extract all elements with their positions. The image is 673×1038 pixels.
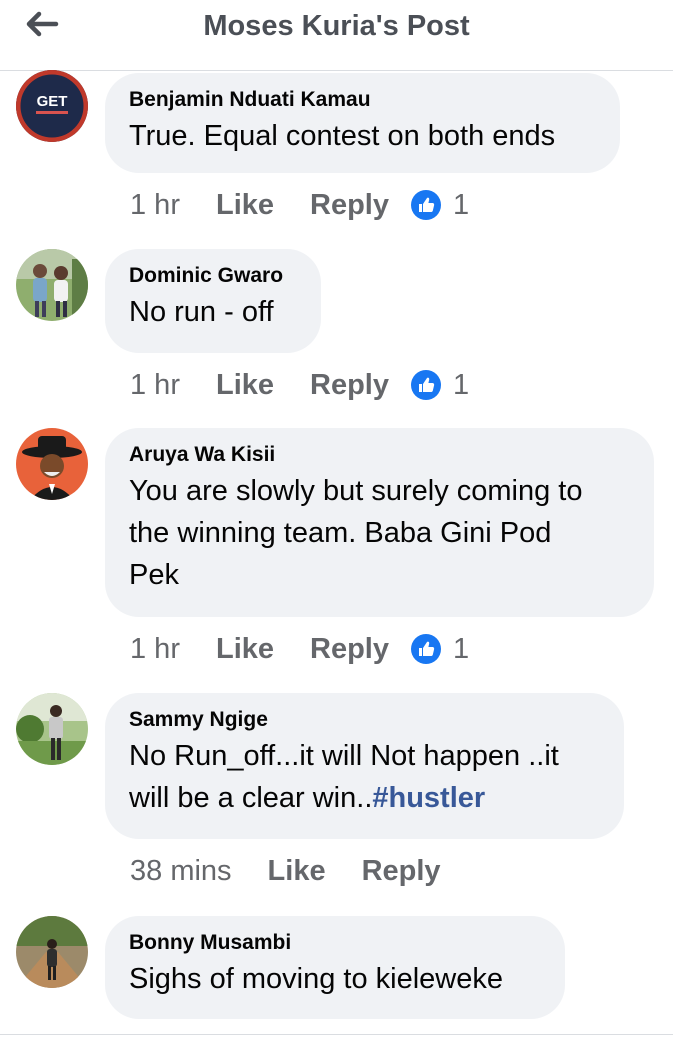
reply-button[interactable]: Reply [310, 633, 389, 666]
comment-text: Sighs of moving to kieleweke [129, 963, 503, 995]
like-reaction-icon [411, 634, 441, 664]
reaction-summary[interactable]: 1 [411, 189, 469, 222]
avatar[interactable] [16, 693, 88, 765]
avatar[interactable] [16, 916, 88, 988]
comment-author[interactable]: Dominic Gwaro [129, 263, 297, 289]
comment-text-line: the winning team. Baba Gini Pod [129, 517, 552, 549]
comment-actions: 1 hr Like Reply 1 [130, 185, 469, 225]
page-title: Moses Kuria's Post [203, 10, 470, 42]
reply-button[interactable]: Reply [362, 855, 441, 888]
hashtag-link[interactable]: #hustler [372, 782, 485, 814]
comment-text: No run - off [129, 296, 274, 328]
comment-timestamp[interactable]: 1 hr [130, 633, 180, 666]
avatar[interactable] [16, 249, 88, 321]
comment-timestamp[interactable]: 38 mins [130, 855, 232, 888]
comment-actions: 1 hr Like Reply 1 [130, 365, 469, 405]
comment-text: True. Equal contest on both ends [129, 120, 556, 152]
reply-button[interactable]: Reply [310, 189, 389, 222]
comment-text-line: Pek [129, 559, 179, 591]
comment-author[interactable]: Aruya Wa Kisii [129, 442, 630, 468]
like-button[interactable]: Like [216, 633, 274, 666]
comment-text: You are slowly but surely coming to the … [129, 470, 630, 596]
reaction-count: 1 [453, 632, 470, 665]
like-reaction-icon [411, 190, 441, 220]
comment-timestamp[interactable]: 1 hr [130, 189, 180, 222]
comment-timestamp[interactable]: 1 hr [130, 369, 180, 402]
avatar[interactable]: GET [16, 70, 88, 142]
like-button[interactable]: Like [216, 189, 274, 222]
comment-text-line: You are slowly but surely coming to [129, 475, 583, 507]
comment-actions: 1 hr Like Reply 1 [130, 629, 469, 669]
comment-actions: 38 mins Like Reply [130, 851, 477, 891]
comment-text-line: will be a clear win..#hustler [129, 777, 600, 819]
reaction-count: 1 [453, 368, 470, 401]
top-bar: Moses Kuria's Post [0, 0, 673, 71]
reaction-summary[interactable]: 1 [411, 633, 469, 666]
like-reaction-icon [411, 370, 441, 400]
comment-bubble[interactable]: Sammy Ngige No Run_off...it will Not hap… [105, 693, 624, 839]
comment-author[interactable]: Sammy Ngige [129, 707, 600, 733]
comment-bubble[interactable]: Benjamin Nduati Kamau True. Equal contes… [105, 73, 620, 173]
comment-author[interactable]: Bonny Musambi [129, 930, 541, 956]
like-button[interactable]: Like [268, 855, 326, 888]
avatar-badge-text: GET [37, 93, 68, 110]
avatar[interactable] [16, 428, 88, 500]
comment-text-segment: will be a clear win.. [129, 782, 373, 814]
comment-bubble[interactable]: Aruya Wa Kisii You are slowly but surely… [105, 428, 654, 617]
comment-text: No Run_off...it will Not happen ..it wil… [129, 735, 600, 819]
divider [0, 1034, 673, 1035]
like-button[interactable]: Like [216, 369, 274, 402]
comment-bubble[interactable]: Dominic Gwaro No run - off [105, 249, 321, 353]
comment-text-line: No Run_off...it will Not happen ..it [129, 740, 559, 772]
reaction-summary[interactable]: 1 [411, 369, 469, 402]
comment-bubble[interactable]: Bonny Musambi Sighs of moving to kielewe… [105, 916, 565, 1019]
reaction-count: 1 [453, 188, 470, 221]
reply-button[interactable]: Reply [310, 369, 389, 402]
comment-author[interactable]: Benjamin Nduati Kamau [129, 87, 596, 113]
